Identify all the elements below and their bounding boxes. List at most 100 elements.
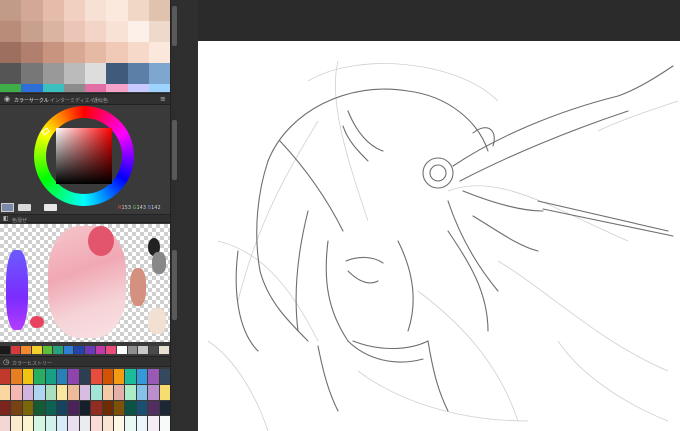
history-swatch[interactable] — [113, 416, 125, 431]
history-swatch[interactable] — [91, 384, 102, 400]
color-wheel[interactable] — [34, 106, 134, 206]
hue-marker[interactable] — [41, 127, 50, 136]
accent-swatch[interactable] — [127, 84, 149, 92]
palette-swatch[interactable] — [21, 63, 43, 84]
history-swatch[interactable] — [22, 416, 34, 431]
strip-swatch[interactable] — [148, 346, 159, 354]
palette-swatch[interactable] — [63, 0, 85, 21]
saturation-value-square[interactable] — [56, 128, 112, 184]
history-swatch[interactable] — [136, 416, 148, 431]
accent-swatch[interactable] — [21, 84, 43, 92]
history-swatch[interactable] — [102, 400, 113, 416]
history-swatch[interactable] — [79, 384, 91, 400]
accent-swatch[interactable] — [148, 84, 170, 92]
strip-swatch[interactable] — [0, 346, 10, 354]
history-swatch[interactable] — [56, 369, 68, 384]
history-swatch[interactable] — [159, 416, 170, 431]
strip-swatch[interactable] — [159, 346, 169, 354]
palette-swatch[interactable] — [85, 42, 107, 63]
palette-swatch[interactable] — [63, 42, 85, 63]
history-swatch[interactable] — [45, 384, 56, 400]
palette-swatch[interactable] — [85, 63, 107, 84]
strip-swatch[interactable] — [10, 346, 21, 354]
sub-color-swatch[interactable] — [18, 204, 31, 211]
palette-swatch[interactable] — [106, 0, 128, 21]
scroll-thumb-top[interactable] — [172, 6, 177, 46]
palette-swatch[interactable] — [127, 21, 149, 42]
history-swatch[interactable] — [0, 384, 11, 400]
palette-swatch[interactable] — [127, 42, 149, 63]
main-color-swatch[interactable] — [1, 203, 14, 212]
history-swatch[interactable] — [91, 369, 102, 384]
history-swatch[interactable] — [56, 416, 68, 431]
history-swatch[interactable] — [34, 400, 45, 416]
palette-swatch[interactable] — [0, 42, 22, 63]
palette-swatch[interactable] — [106, 21, 128, 42]
strip-swatch[interactable] — [138, 346, 148, 354]
palette-swatch[interactable] — [85, 21, 107, 42]
history-swatch[interactable] — [56, 384, 68, 400]
history-swatch[interactable] — [0, 400, 11, 416]
left-panel-scrollbar[interactable] — [170, 0, 178, 431]
history-swatch[interactable] — [102, 369, 113, 384]
palette-strip[interactable] — [0, 346, 170, 354]
strip-swatch[interactable] — [21, 346, 31, 354]
circle-icon[interactable]: ◉ — [4, 96, 10, 103]
palette-swatch[interactable] — [127, 63, 149, 84]
history-swatch[interactable] — [148, 416, 159, 431]
history-swatch[interactable] — [79, 400, 91, 416]
history-swatch[interactable] — [68, 369, 79, 384]
palette-swatch[interactable] — [42, 42, 64, 63]
palette-swatch[interactable] — [21, 21, 43, 42]
history-swatch[interactable] — [22, 400, 34, 416]
color-mixing-area[interactable] — [0, 224, 170, 342]
history-swatch[interactable] — [22, 384, 34, 400]
history-swatch[interactable] — [91, 416, 102, 431]
accent-swatch[interactable] — [42, 84, 64, 92]
strip-swatch[interactable] — [42, 346, 53, 354]
history-swatch[interactable] — [68, 400, 79, 416]
history-swatch[interactable] — [45, 400, 56, 416]
tab-approximate[interactable]: 近似色 — [93, 97, 108, 104]
accent-swatch[interactable] — [106, 84, 128, 92]
history-swatch[interactable] — [11, 400, 22, 416]
history-swatch[interactable] — [45, 369, 56, 384]
history-swatch[interactable] — [125, 400, 136, 416]
history-swatch[interactable] — [91, 400, 102, 416]
accent-swatch[interactable] — [0, 84, 22, 92]
tab-color-history[interactable]: カラーヒストリー — [12, 360, 52, 367]
palette-swatch[interactable] — [148, 63, 170, 84]
history-swatch[interactable] — [102, 416, 113, 431]
menu-icon[interactable]: ≡ — [160, 96, 166, 103]
history-swatch[interactable] — [113, 369, 125, 384]
strip-swatch[interactable] — [85, 346, 95, 354]
palette-swatch[interactable] — [42, 63, 64, 84]
tab-color-circle[interactable]: カラーサークル — [14, 97, 49, 104]
drawing-canvas[interactable] — [198, 41, 680, 431]
palette-swatch[interactable] — [0, 63, 22, 84]
history-swatch[interactable] — [68, 384, 79, 400]
palette-icon[interactable]: ◧ — [3, 216, 9, 222]
palette-swatch[interactable] — [42, 21, 64, 42]
strip-swatch[interactable] — [31, 346, 42, 354]
history-swatch[interactable] — [0, 369, 11, 384]
palette-swatch[interactable] — [148, 0, 170, 21]
strip-swatch[interactable] — [106, 346, 116, 354]
history-swatch[interactable] — [79, 369, 91, 384]
history-swatch[interactable] — [125, 416, 136, 431]
color-set-accents[interactable] — [0, 84, 170, 92]
palette-swatch[interactable] — [63, 63, 85, 84]
history-swatch[interactable] — [159, 400, 170, 416]
history-swatch[interactable] — [148, 384, 159, 400]
palette-swatch[interactable] — [85, 0, 107, 21]
history-swatch[interactable] — [136, 369, 148, 384]
palette-swatch[interactable] — [127, 0, 149, 21]
strip-swatch[interactable] — [74, 346, 84, 354]
history-swatch[interactable] — [68, 416, 79, 431]
history-swatch[interactable] — [22, 369, 34, 384]
palette-swatch[interactable] — [148, 21, 170, 42]
palette-swatch[interactable] — [63, 21, 85, 42]
accent-swatch[interactable] — [63, 84, 85, 92]
color-history-grid[interactable] — [0, 369, 170, 431]
palette-swatch[interactable] — [148, 42, 170, 63]
